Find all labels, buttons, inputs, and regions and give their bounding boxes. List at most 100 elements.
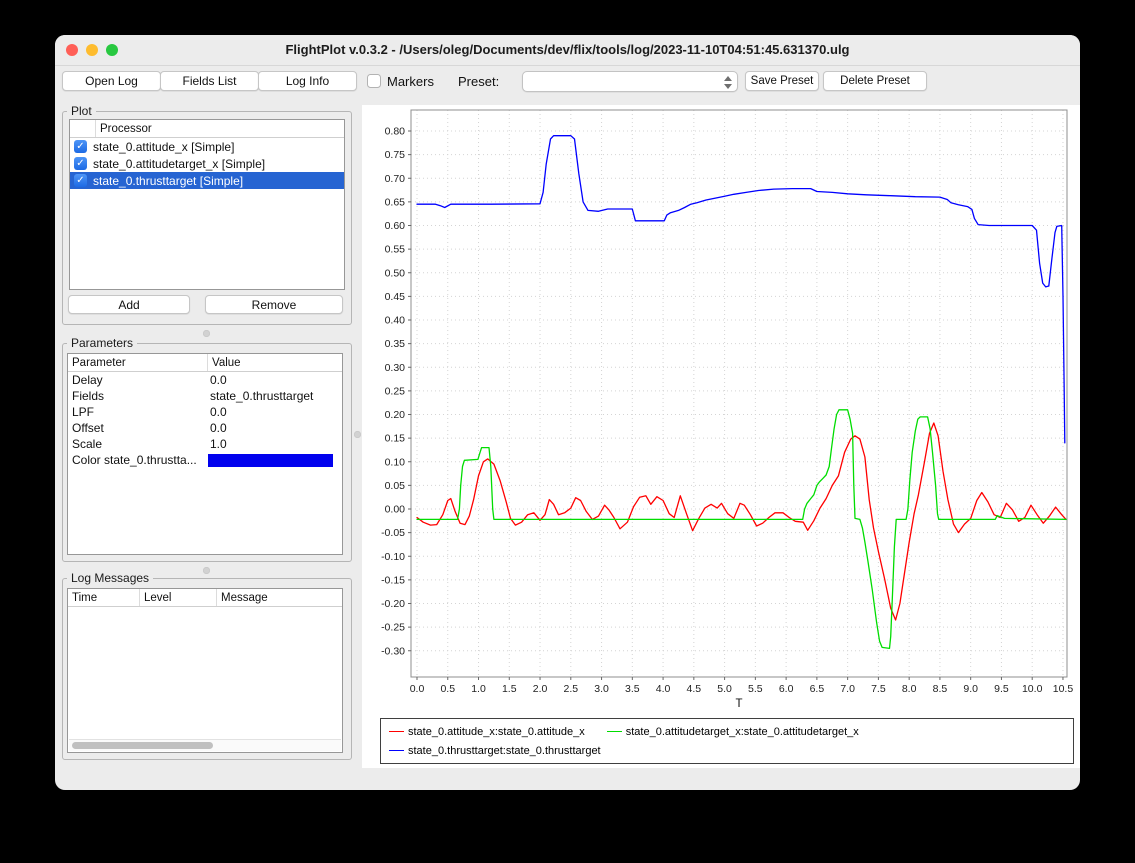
series-line	[417, 136, 1065, 443]
parameters-group-title: Parameters	[67, 336, 137, 350]
legend-label: state_0.attitude_x:state_0.attitude_x	[408, 726, 585, 738]
titlebar[interactable]: FlightPlot v.0.3.2 - /Users/oleg/Documen…	[55, 35, 1080, 66]
flight-plot-chart[interactable]: 0.800.750.700.650.600.550.500.450.400.35…	[362, 105, 1080, 717]
parameter-name: Offset	[68, 421, 208, 435]
series-line	[417, 423, 1066, 620]
message-column-header: Message	[217, 589, 342, 606]
parameter-name: Delay	[68, 373, 208, 387]
parameter-row[interactable]: Color state_0.thrustta...	[68, 452, 342, 468]
x-axis-tick-label: 9.0	[963, 683, 978, 695]
y-axis-tick-label: 0.35	[385, 338, 406, 350]
y-axis-tick-label: 0.70	[385, 173, 406, 185]
horizontal-splitter-handle[interactable]	[203, 567, 210, 574]
x-axis-tick-label: 1.0	[471, 683, 486, 695]
x-axis-tick-label: 8.0	[902, 683, 917, 695]
x-axis-tick-label: 10.0	[1022, 683, 1043, 695]
y-axis-tick-label: 0.45	[385, 291, 406, 303]
parameter-name: Fields	[68, 389, 208, 403]
parameter-value[interactable]: state_0.thrusttarget	[208, 389, 342, 403]
processor-table-header: Processor	[70, 120, 344, 138]
delete-preset-button[interactable]: Delete Preset	[823, 71, 927, 91]
processor-column-header: Processor	[96, 120, 344, 137]
save-preset-button[interactable]: Save Preset	[745, 71, 819, 91]
y-axis-tick-label: -0.15	[381, 574, 405, 586]
log-info-button[interactable]: Log Info	[258, 71, 357, 91]
x-axis-tick-label: 8.5	[933, 683, 948, 695]
x-axis-tick-label: 9.5	[994, 683, 1009, 695]
chart-legend: state_0.attitude_x:state_0.attitude_x sta…	[380, 718, 1074, 764]
x-axis-tick-label: 7.5	[871, 683, 886, 695]
preset-label: Preset:	[458, 74, 499, 89]
parameter-row[interactable]: Scale1.0	[68, 436, 342, 452]
parameter-name: Scale	[68, 437, 208, 451]
chart-panel: 0.800.750.700.650.600.550.500.450.400.35…	[362, 105, 1080, 768]
parameter-row[interactable]: Offset0.0	[68, 420, 342, 436]
x-axis-tick-label: 1.5	[502, 683, 517, 695]
level-column-header: Level	[140, 589, 217, 606]
horizontal-scrollbar[interactable]	[69, 739, 341, 751]
processor-label: state_0.thrusttarget [Simple]	[93, 174, 243, 188]
log-messages-group-title: Log Messages	[67, 571, 153, 585]
flightplot-window: FlightPlot v.0.3.2 - /Users/oleg/Documen…	[55, 35, 1080, 790]
y-axis-tick-label: 0.25	[385, 385, 406, 397]
fields-list-button[interactable]: Fields List	[160, 71, 259, 91]
parameter-value[interactable]: 0.0	[208, 421, 342, 435]
y-axis-tick-label: 0.15	[385, 433, 406, 445]
y-axis-tick-label: 0.00	[385, 504, 406, 516]
x-axis-tick-label: 6.5	[810, 683, 825, 695]
scrollbar-thumb[interactable]	[72, 742, 213, 749]
parameter-value[interactable]: 0.0	[208, 373, 342, 387]
y-axis-tick-label: -0.25	[381, 622, 405, 634]
markers-checkbox[interactable]	[367, 74, 381, 88]
x-axis-tick-label: 3.0	[594, 683, 609, 695]
legend-entry: state_0.attitudetarget_x:state_0.attitud…	[607, 722, 859, 741]
parameter-value[interactable]: 1.0	[208, 437, 342, 451]
y-axis-tick-label: 0.40	[385, 315, 406, 327]
x-axis-tick-label: 0.0	[410, 683, 425, 695]
y-axis-tick-label: -0.10	[381, 551, 405, 563]
add-button[interactable]: Add	[68, 295, 190, 314]
parameter-value[interactable]: 0.0	[208, 405, 342, 419]
parameter-row[interactable]: LPF0.0	[68, 404, 342, 420]
open-log-button[interactable]: Open Log	[62, 71, 161, 91]
parameter-row[interactable]: Fieldsstate_0.thrusttarget	[68, 388, 342, 404]
x-axis-tick-label: 2.0	[533, 683, 548, 695]
window-title: FlightPlot v.0.3.2 - /Users/oleg/Documen…	[55, 42, 1080, 57]
vertical-splitter-handle[interactable]	[354, 431, 361, 438]
horizontal-splitter-handle[interactable]	[203, 330, 210, 337]
parameters-table-header: Parameter Value	[68, 354, 342, 372]
time-column-header: Time	[68, 589, 140, 606]
parameter-row[interactable]: Delay0.0	[68, 372, 342, 388]
x-axis-tick-label: 10.5	[1053, 683, 1074, 695]
y-axis-tick-label: 0.05	[385, 480, 406, 492]
remove-button[interactable]: Remove	[205, 295, 343, 314]
x-axis-tick-label: 2.5	[563, 683, 578, 695]
parameters-table[interactable]: Parameter Value Delay0.0Fieldsstate_0.th…	[67, 353, 343, 555]
processor-row[interactable]: ✓ state_0.attitudetarget_x [Simple]	[70, 155, 344, 172]
parameter-column-header: Parameter	[68, 354, 208, 371]
log-messages-table[interactable]: Time Level Message	[67, 588, 343, 753]
x-axis-tick-label: 4.0	[656, 683, 671, 695]
y-axis-tick-label: -0.20	[381, 598, 405, 610]
x-axis-tick-label: 6.0	[779, 683, 794, 695]
color-swatch[interactable]	[208, 454, 333, 467]
processor-label: state_0.attitude_x [Simple]	[93, 140, 234, 154]
processor-row[interactable]: ✓ state_0.thrusttarget [Simple]	[70, 172, 344, 189]
legend-entry: state_0.attitude_x:state_0.attitude_x	[389, 722, 585, 741]
processor-checkbox[interactable]: ✓	[74, 157, 87, 170]
parameter-name: Color state_0.thrustta...	[68, 453, 208, 467]
x-axis-tick-label: 7.0	[840, 683, 855, 695]
processor-checkbox[interactable]: ✓	[74, 140, 87, 153]
legend-label: state_0.attitudetarget_x:state_0.attitud…	[626, 726, 859, 738]
processor-row[interactable]: ✓ state_0.attitude_x [Simple]	[70, 138, 344, 155]
processor-checkbox[interactable]: ✓	[74, 174, 87, 187]
y-axis-tick-label: 0.55	[385, 244, 406, 256]
processor-table[interactable]: Processor ✓ state_0.attitude_x [Simple] ✓ s…	[69, 119, 345, 290]
processor-label: state_0.attitudetarget_x [Simple]	[93, 157, 265, 171]
y-axis-tick-label: 0.65	[385, 196, 406, 208]
y-axis-tick-label: 0.50	[385, 267, 406, 279]
preset-combobox[interactable]	[522, 71, 738, 92]
log-table-header: Time Level Message	[68, 589, 342, 607]
legend-line-sample	[607, 731, 622, 732]
value-column-header: Value	[208, 354, 342, 371]
